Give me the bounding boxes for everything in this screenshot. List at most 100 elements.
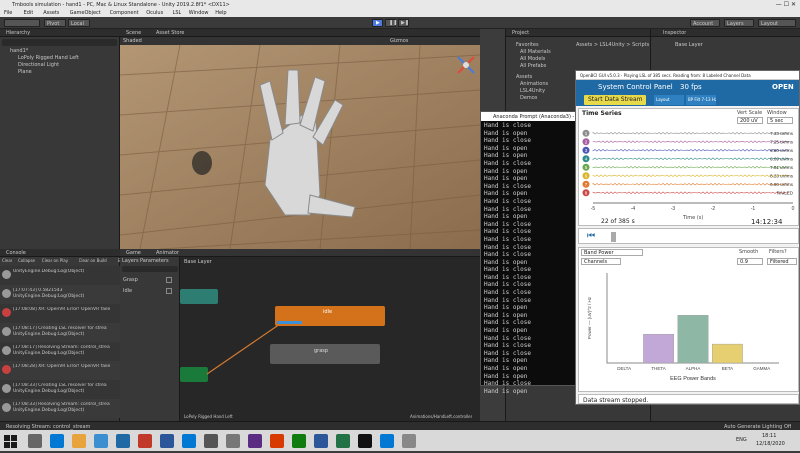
taskbar-app-icon[interactable] [138, 434, 152, 448]
menu-component[interactable]: Component [110, 10, 139, 16]
taskbar-app-icon[interactable] [116, 434, 130, 448]
favorites-folder[interactable]: Favorites [516, 42, 539, 48]
taskbar-app-icon[interactable] [402, 434, 416, 448]
menu-gameobject[interactable]: GameObject [70, 10, 101, 16]
transform-tools[interactable] [4, 19, 40, 27]
shading-dropdown[interactable]: Shaded [123, 38, 142, 44]
layout-button[interactable]: Layout [654, 95, 684, 105]
taskbar-app-icon[interactable] [248, 434, 262, 448]
idle-state-node[interactable]: idle [275, 306, 385, 326]
layout-dropdown[interactable]: Layout [758, 19, 796, 27]
taskbar-app-icon[interactable] [226, 434, 240, 448]
hierarchy-item[interactable]: Plane [18, 69, 32, 75]
taskbar-app-icon[interactable] [50, 434, 64, 448]
control-panel-label[interactable]: System Control Panel [598, 83, 673, 91]
pivot-button[interactable]: Pivot [44, 19, 66, 27]
menu-file[interactable]: File [4, 10, 12, 16]
console-entry[interactable]: [17:08:28] XR: OpenVR Error! OpenVR fail… [0, 361, 120, 380]
tab-parameters[interactable]: Parameters [140, 258, 169, 264]
menu-window[interactable]: Window [189, 10, 209, 16]
local-button[interactable]: Local [68, 19, 90, 27]
band-power-dropdown[interactable]: Band Power [581, 249, 643, 256]
any-state-node[interactable] [180, 289, 218, 304]
taskbar-app-icon[interactable] [358, 434, 372, 448]
console-entry[interactable]: [17:08:33] Resolving Stream: control_str… [0, 399, 120, 418]
favorite-item[interactable]: All Models [520, 56, 545, 62]
param-grasp-checkbox[interactable] [166, 277, 172, 283]
console-control[interactable]: Clear on Build [79, 258, 107, 263]
channels-dropdown[interactable]: Channels [581, 258, 621, 265]
console-entry[interactable]: [17:07:43] 0.5821543 UnityEngine.Debug:L… [0, 285, 120, 304]
hierarchy-item[interactable]: Directional Light [18, 62, 59, 68]
taskbar-app-icon[interactable] [28, 434, 42, 448]
rewind-icon[interactable]: ⏮ [587, 231, 595, 241]
clock-date[interactable]: 12/18/2020 [756, 441, 785, 447]
taskbar-app-icon[interactable] [292, 434, 306, 448]
menu-edit[interactable]: Edit [24, 10, 34, 16]
layers-dropdown[interactable]: Layers [724, 19, 754, 27]
language-indicator[interactable]: ENG [736, 437, 747, 443]
taskbar-app-icon[interactable] [204, 434, 218, 448]
hierarchy-item[interactable]: LoPoly Rigged Hand Left [18, 55, 79, 61]
grasp-state-node[interactable]: grasp [270, 344, 380, 364]
filter-button[interactable]: BP Filt 7-13 Hz [686, 95, 716, 105]
pause-button[interactable]: ❚❚ [385, 19, 397, 27]
favorite-item[interactable]: All Prefabs [520, 63, 546, 69]
param-grasp[interactable]: Grasp [123, 277, 138, 283]
taskbar-app-icon[interactable] [380, 434, 394, 448]
tab-asset-store[interactable]: Asset Store [156, 30, 184, 36]
gizmos-dropdown[interactable]: Gizmos [390, 38, 408, 44]
taskbar-app-icon[interactable] [160, 434, 174, 448]
vert-scale-dropdown[interactable]: 200 uV [737, 117, 763, 124]
console-entry[interactable]: [17:08:17] Creating LSL resolver for str… [0, 323, 120, 342]
start-data-stream-button[interactable]: Start Data Stream [584, 95, 646, 105]
smooth-dropdown[interactable]: 0.9 [737, 258, 763, 265]
hierarchy-search[interactable] [2, 39, 117, 46]
assets-folder[interactable]: Assets [516, 74, 532, 80]
taskbar-app-icon[interactable] [270, 434, 284, 448]
console-entry[interactable]: [17:08:33] Creating LSL resolver for str… [0, 380, 120, 399]
taskbar-app-icon[interactable] [94, 434, 108, 448]
param-idle-checkbox[interactable] [166, 288, 172, 294]
step-button[interactable]: ▶❚ [398, 19, 409, 27]
tab-animator[interactable]: Animator [156, 250, 179, 256]
playback-slider[interactable] [611, 232, 616, 242]
menu-oculus[interactable]: Oculus [146, 10, 163, 16]
start-icon[interactable] [4, 434, 18, 448]
account-dropdown[interactable]: Account [690, 19, 720, 27]
openbci-window[interactable]: OpenBCI GUI v5.0.3 - Playing LSL of 385 … [575, 70, 800, 405]
taskbar-app-icon[interactable] [72, 434, 86, 448]
param-idle[interactable]: Idle [123, 288, 132, 294]
scene-gizmo-icon[interactable] [475, 75, 480, 97]
play-button[interactable]: ▶ [372, 19, 383, 27]
console-control[interactable]: Clear [2, 258, 12, 263]
fps-dropdown[interactable]: 30 fps [680, 83, 702, 91]
window-controls[interactable]: — ☐ ✕ [776, 1, 796, 8]
window-dropdown[interactable]: 5 sec [767, 117, 793, 124]
taskbar-app-icon[interactable] [314, 434, 328, 448]
anaconda-prompt-window[interactable]: Anaconda Prompt (Anaconda3) - py... Hand… [480, 111, 586, 395]
entry-node[interactable] [180, 367, 208, 382]
scene-viewport[interactable] [120, 45, 480, 249]
filter-dropdown[interactable]: Filtered [767, 258, 797, 265]
asset-folder-item[interactable]: Demos [520, 95, 537, 101]
console-entry[interactable]: [17:08:08] XR: OpenVR Error! OpenVR fail… [0, 304, 120, 323]
hierarchy-item[interactable]: hand1* [10, 48, 28, 54]
tab-layers[interactable]: Layers [122, 258, 139, 264]
taskbar-app-icon[interactable] [182, 434, 196, 448]
menu-help[interactable]: Help [215, 10, 226, 16]
console-entry[interactable]: [17:08:17] Resolving Stream: control_str… [0, 342, 120, 361]
base-layer-breadcrumb[interactable]: Base Layer [184, 259, 212, 265]
menu-lsl[interactable]: LSL [173, 10, 182, 16]
asset-folder-item[interactable]: Animations [520, 81, 548, 87]
orientation-gizmo-icon[interactable] [456, 55, 476, 75]
favorite-item[interactable]: All Materials [520, 49, 551, 55]
taskbar-app-icon[interactable] [336, 434, 350, 448]
console-control[interactable]: Collapse [18, 258, 35, 263]
clock-time[interactable]: 18:11 [762, 433, 776, 439]
tab-game[interactable]: Game [126, 250, 141, 256]
asset-folder-item[interactable]: LSL4Unity [520, 88, 545, 94]
menu-assets[interactable]: Assets [43, 10, 59, 16]
console-control[interactable]: Clear on Play [42, 258, 68, 263]
console-entry[interactable]: UnityEngine.Debug:Log(Object) [0, 266, 120, 285]
